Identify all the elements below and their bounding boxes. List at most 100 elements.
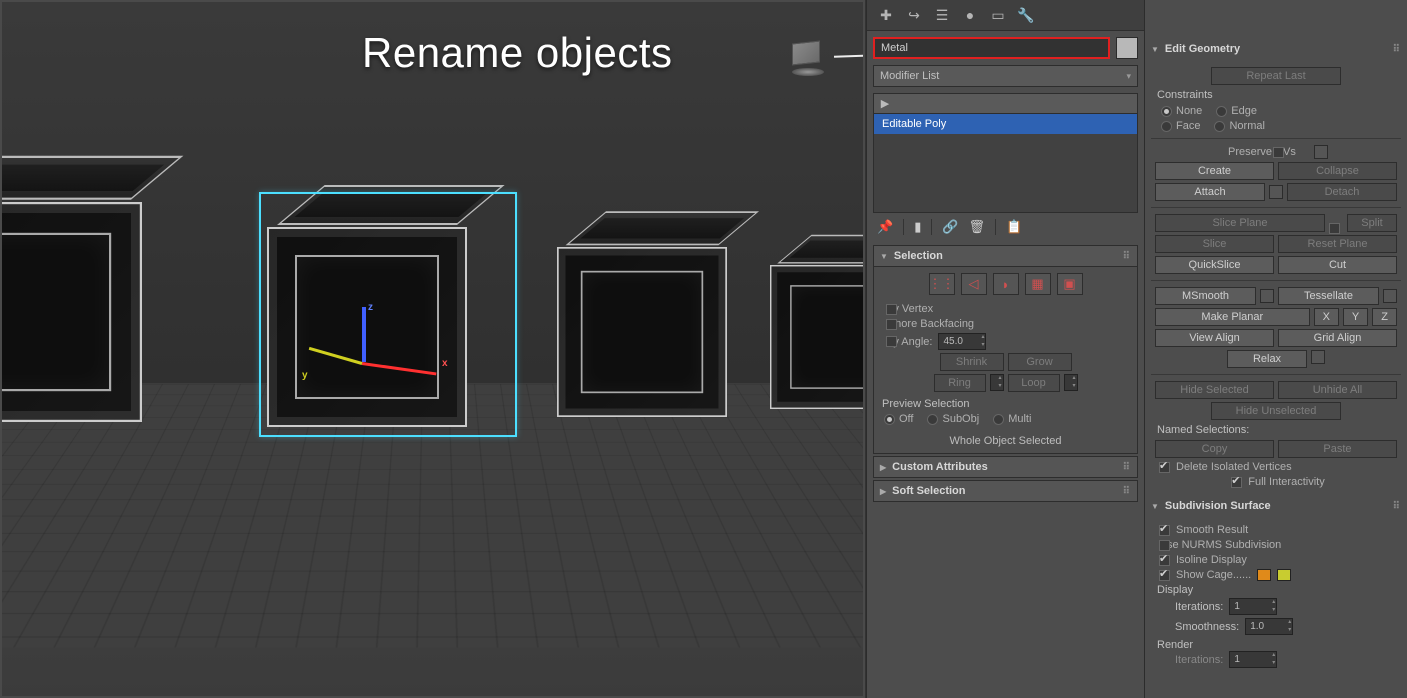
- view-align-button[interactable]: View Align: [1155, 329, 1274, 347]
- show-cage-check[interactable]: Show Cage......: [1159, 569, 1397, 581]
- tab-modify[interactable]: ↪: [901, 4, 927, 26]
- scene-box-3[interactable]: [770, 265, 865, 409]
- modifier-list-dropdown[interactable]: Modifier List: [873, 65, 1138, 87]
- split-check[interactable]: [1329, 223, 1340, 234]
- cage-color-a[interactable]: [1257, 569, 1271, 581]
- grid-align-button[interactable]: Grid Align: [1278, 329, 1397, 347]
- by-angle-spinner[interactable]: 45.0: [938, 333, 986, 350]
- tab-hierarchy[interactable]: ☰: [929, 4, 955, 26]
- attach-list-icon[interactable]: [1269, 185, 1283, 199]
- nurms-check[interactable]: Use NURMS Subdivision: [1159, 539, 1397, 551]
- tab-utilities[interactable]: 🔧: [1013, 4, 1039, 26]
- hide-unselected-button[interactable]: Hide Unselected: [1211, 402, 1341, 420]
- preview-off-radio[interactable]: [884, 414, 895, 425]
- planar-y-button[interactable]: Y: [1343, 308, 1368, 326]
- ignore-backfacing-check[interactable]: Ignore Backfacing: [886, 318, 1129, 330]
- scene-box-0[interactable]: [0, 202, 142, 422]
- planar-z-button[interactable]: Z: [1372, 308, 1397, 326]
- subobj-vertex[interactable]: ⋮⋮: [929, 273, 955, 295]
- subobj-border[interactable]: ◗: [993, 273, 1019, 295]
- annotation-leader-line: [834, 54, 865, 58]
- relax-settings-icon[interactable]: [1311, 350, 1325, 364]
- rollout-selection: ▼ Selection ⠿ ⋮⋮ ◁ ◗ ▦ ▣ By Vertex Ignor…: [873, 245, 1138, 454]
- shrink-button[interactable]: Shrink: [940, 353, 1004, 371]
- subobj-polygon[interactable]: ▦: [1025, 273, 1051, 295]
- slice-plane-button[interactable]: Slice Plane: [1155, 214, 1325, 232]
- pin-stack-icon[interactable]: 📌: [877, 219, 893, 235]
- tab-create[interactable]: ✚: [873, 4, 899, 26]
- object-name-input[interactable]: [873, 37, 1110, 59]
- detach-button[interactable]: Detach: [1287, 183, 1397, 201]
- rollout-custom-attributes-header[interactable]: ▶ Custom Attributes ⠿: [873, 456, 1138, 478]
- scene-box-2[interactable]: [557, 247, 727, 417]
- ring-button[interactable]: Ring: [934, 374, 986, 392]
- collapse-button[interactable]: Collapse: [1278, 162, 1397, 180]
- rollout-subdivision-header[interactable]: ▼ Subdivision Surface ⠿: [1145, 495, 1407, 517]
- annotation-label: Rename objects: [362, 29, 673, 77]
- loop-button[interactable]: Loop: [1008, 374, 1060, 392]
- ring-spinner[interactable]: [990, 374, 1004, 391]
- iterations-spinner[interactable]: 1: [1229, 598, 1277, 615]
- delete-isolated-check[interactable]: Delete Isolated Vertices: [1159, 461, 1397, 473]
- slice-button[interactable]: Slice: [1155, 235, 1274, 253]
- preserve-uvs-check[interactable]: Preserve UVs: [1159, 145, 1397, 159]
- smooth-result-check[interactable]: Smooth Result: [1159, 524, 1397, 536]
- attach-button[interactable]: Attach: [1155, 183, 1265, 201]
- display-group-label: Display: [1157, 584, 1395, 596]
- named-sel-copy-button[interactable]: Copy: [1155, 440, 1274, 458]
- rollout-edit-geometry-header[interactable]: ▼ Edit Geometry ⠿: [1145, 38, 1407, 60]
- tab-display[interactable]: ▭: [985, 4, 1011, 26]
- constraint-normal-radio[interactable]: [1214, 121, 1225, 132]
- cage-color-b[interactable]: [1277, 569, 1291, 581]
- tessellate-settings-icon[interactable]: [1383, 289, 1397, 303]
- show-end-result-icon[interactable]: ▮: [914, 219, 921, 235]
- msmooth-settings-icon[interactable]: [1260, 289, 1274, 303]
- preview-selection-label: Preview Selection: [882, 398, 1129, 410]
- preview-subobj-radio[interactable]: [927, 414, 938, 425]
- reset-plane-button[interactable]: Reset Plane: [1278, 235, 1397, 253]
- stack-item-editable-poly[interactable]: Editable Poly: [874, 114, 1137, 134]
- preview-multi-radio[interactable]: [993, 414, 1004, 425]
- make-planar-button[interactable]: Make Planar: [1155, 308, 1310, 326]
- smoothness-spinner[interactable]: 1.0: [1245, 618, 1293, 635]
- grow-button[interactable]: Grow: [1008, 353, 1072, 371]
- rollout-selection-header[interactable]: ▼ Selection ⠿: [873, 245, 1138, 267]
- isoline-check[interactable]: Isoline Display: [1159, 554, 1397, 566]
- scene-box-selected[interactable]: [267, 227, 467, 427]
- named-sel-paste-button[interactable]: Paste: [1278, 440, 1397, 458]
- stack-toolbar: 📌 ▮ 🔗 🗑 📋: [873, 217, 1138, 237]
- split-button[interactable]: Split: [1347, 214, 1397, 232]
- relax-button[interactable]: Relax: [1227, 350, 1307, 368]
- constraints-label: Constraints: [1157, 89, 1395, 101]
- unhide-all-button[interactable]: Unhide All: [1278, 381, 1397, 399]
- repeat-last-button[interactable]: Repeat Last: [1211, 67, 1341, 85]
- loop-spinner[interactable]: [1064, 374, 1078, 391]
- rollout-soft-selection-header[interactable]: ▶ Soft Selection ⠿: [873, 480, 1138, 502]
- cut-button[interactable]: Cut: [1278, 256, 1397, 274]
- constraint-edge-radio[interactable]: [1216, 106, 1227, 117]
- planar-x-button[interactable]: X: [1314, 308, 1339, 326]
- make-unique-icon[interactable]: 🔗: [942, 219, 958, 235]
- remove-modifier-icon[interactable]: 🗑: [969, 219, 986, 235]
- command-panel-right: ▼ Edit Geometry ⠿ Repeat Last Constraint…: [1144, 0, 1407, 698]
- create-button[interactable]: Create: [1155, 162, 1274, 180]
- tessellate-button[interactable]: Tessellate: [1278, 287, 1379, 305]
- object-color-swatch[interactable]: [1116, 37, 1138, 59]
- full-interactivity-check[interactable]: Full Interactivity: [1159, 476, 1397, 488]
- modifier-stack[interactable]: ▶ Editable Poly: [873, 93, 1138, 213]
- subobj-element[interactable]: ▣: [1057, 273, 1083, 295]
- render-iterations-spinner[interactable]: 1: [1229, 651, 1277, 668]
- by-angle-check[interactable]: By Angle: 45.0: [886, 333, 1129, 350]
- constraint-face-radio[interactable]: [1161, 121, 1172, 132]
- by-vertex-check[interactable]: By Vertex: [886, 303, 1129, 315]
- quickslice-button[interactable]: QuickSlice: [1155, 256, 1274, 274]
- viewport[interactable]: xyz Rename objects: [0, 0, 865, 698]
- msmooth-button[interactable]: MSmooth: [1155, 287, 1256, 305]
- configure-sets-icon[interactable]: 📋: [1006, 219, 1022, 235]
- selection-status: Whole Object Selected: [882, 435, 1129, 447]
- preserve-uvs-settings-icon[interactable]: [1314, 145, 1328, 159]
- tab-motion[interactable]: ●: [957, 4, 983, 26]
- constraint-none-radio[interactable]: [1161, 106, 1172, 117]
- subobj-edge[interactable]: ◁: [961, 273, 987, 295]
- hide-selected-button[interactable]: Hide Selected: [1155, 381, 1274, 399]
